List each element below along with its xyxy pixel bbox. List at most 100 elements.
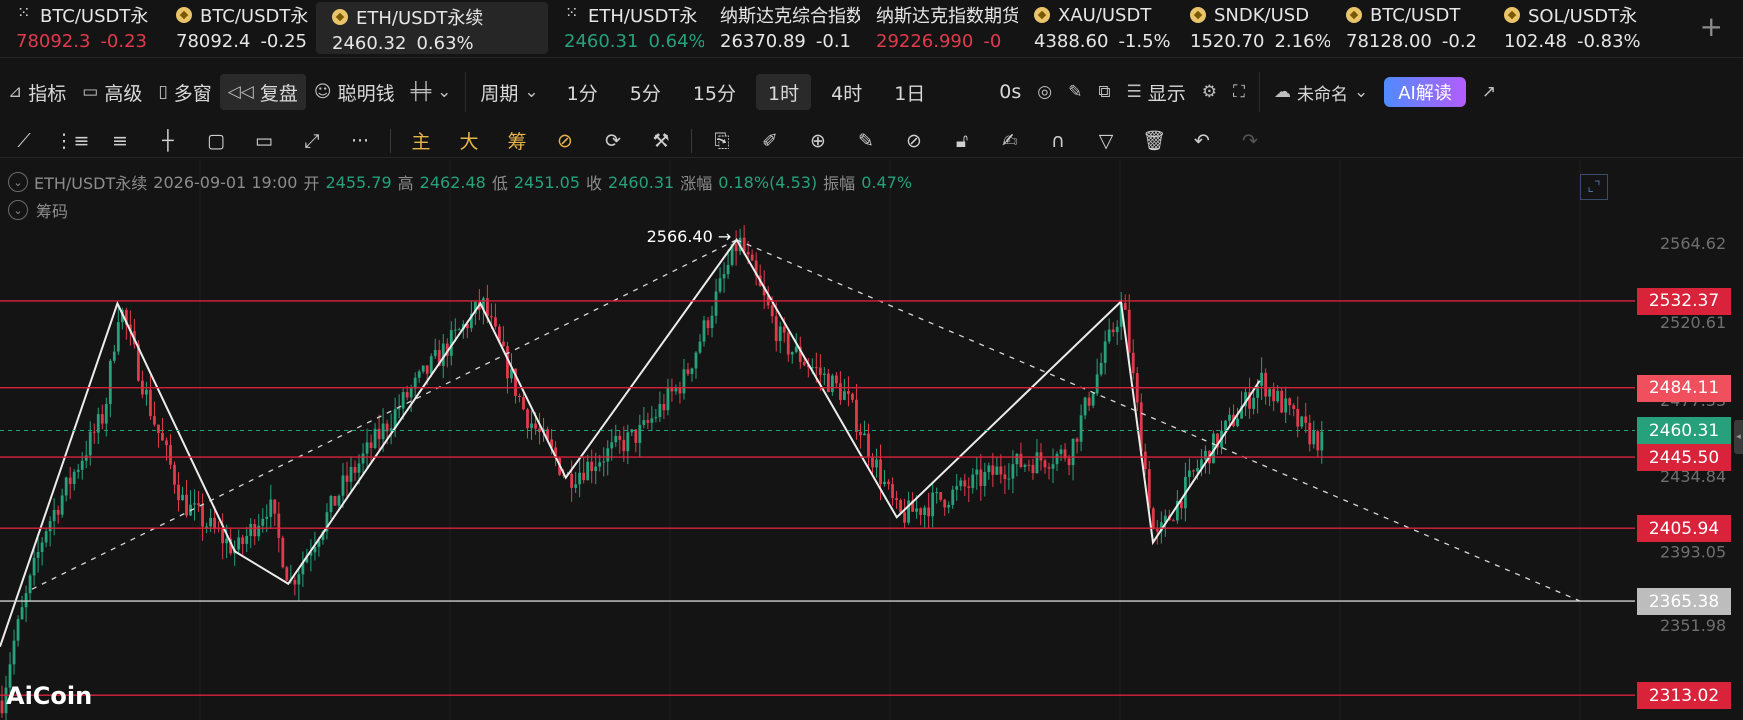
filter-tool[interactable]: ▽ (1082, 124, 1130, 158)
order-toggle[interactable]: ⊘ (541, 124, 589, 158)
eye-off-icon: ⊘ (906, 129, 922, 152)
candle-body (108, 360, 112, 405)
more-tools[interactable]: ··· (336, 124, 384, 158)
share-button[interactable]: ↗ (1474, 74, 1504, 110)
magic-tool[interactable]: ⚒ (637, 124, 685, 158)
lock-tool[interactable]: 🔓︎ (938, 124, 986, 158)
candle-body (413, 377, 417, 389)
advanced-button[interactable]: ▭ 高级 (74, 74, 150, 110)
magnet-tool[interactable]: ∩ (1034, 124, 1082, 158)
ticker-tab[interactable]: 纳斯达克指数期货 29226.990 -0 (860, 0, 1018, 58)
candle-body (92, 431, 96, 433)
price-level-tag[interactable]: 2405.94 (1637, 515, 1731, 543)
big-order-toggle[interactable]: 大 (445, 124, 493, 158)
zoom-tool[interactable]: ⊕ (794, 124, 842, 158)
candle-body (530, 423, 533, 429)
chart-type-dropdown[interactable]: ╪╪ ⌄ (403, 74, 460, 110)
collapse-chips-icon[interactable]: ⌄ (8, 200, 28, 220)
layout-dropdown[interactable]: ☁ 未命名 ⌄ (1266, 74, 1376, 110)
ai-interpret-button[interactable]: AI解读 (1376, 74, 1474, 110)
candle-body (209, 517, 213, 527)
collapse-legend-icon[interactable]: ⌄ (8, 172, 28, 192)
candle-body (84, 455, 88, 461)
price-chart[interactable]: 2564.622520.612477.332434.842393.052351.… (0, 160, 1743, 720)
main-chart-toggle[interactable]: 主 (397, 124, 445, 158)
ruler-tool[interactable]: ▭ (240, 124, 288, 158)
ticker-tab[interactable]: ETH/USDT永续 2460.32 0.63% (316, 2, 548, 54)
candle-body (421, 365, 425, 372)
add-tab-icon[interactable]: + (1700, 10, 1723, 43)
marker-icon: ✎ (858, 129, 874, 152)
highlight-tool[interactable]: ✎ (842, 124, 890, 158)
period-dropdown[interactable]: 周期 ⌄ (472, 74, 546, 110)
minimize-icon[interactable]: ⌞⌝ (1580, 174, 1608, 200)
interval-tab[interactable]: 4时 (819, 74, 874, 110)
sync-tool[interactable]: ⟳ (589, 124, 637, 158)
replay-button[interactable]: ◁◁ 复盘 (219, 74, 306, 110)
trend-line-tool[interactable]: ⟋ (0, 124, 48, 158)
grid-coin-icon (564, 3, 580, 23)
ticker-tab[interactable]: SNDK/USD 1520.70 2.16% (1174, 0, 1330, 58)
price-level-tag[interactable]: 2313.02 (1637, 682, 1731, 710)
price-level-tag[interactable]: 2532.37 (1637, 287, 1731, 315)
parallel-channel-tool[interactable]: ⋮≡ (48, 124, 96, 158)
arrow-tool[interactable]: ⤢ (288, 124, 336, 158)
new-window-button[interactable]: ⧉ (1090, 74, 1118, 110)
horizontal-line-tool[interactable]: ┼ (144, 124, 192, 158)
delete-tool[interactable]: 🗑︎ (1130, 124, 1178, 158)
ticker-tab[interactable]: BTC/USDT永 78092.4 -0.25 (160, 0, 316, 58)
cloud-icon: ☁ (1273, 82, 1291, 102)
candle-body (570, 473, 574, 488)
candle-body (145, 389, 148, 395)
ticker-tab[interactable]: 纳斯达克综合指数 26370.89 -0.1 (704, 0, 860, 58)
fullscreen-button[interactable]: ⛶ (1225, 74, 1253, 110)
gold-coin-icon (176, 7, 192, 23)
candle-body (959, 480, 963, 487)
redo-button[interactable]: ↷ (1226, 124, 1274, 158)
undo-button[interactable]: ↶ (1178, 124, 1226, 158)
smart-money-button[interactable]: ☺ 聪明钱 (306, 74, 403, 110)
candle-body (634, 429, 638, 443)
interval-tab[interactable]: 15分 (681, 74, 748, 110)
candle-body (100, 414, 104, 424)
interval-tab[interactable]: 1日 (882, 74, 937, 110)
interval-tab[interactable]: 1时 (756, 74, 812, 110)
settings-button[interactable]: ⚙ (1194, 74, 1225, 110)
ticker-name: ETH/USDT永 (564, 3, 697, 27)
chips-toggle[interactable]: 筹 (493, 124, 541, 158)
candle-body (1083, 397, 1087, 416)
draw-button[interactable]: ✎ (1060, 74, 1090, 110)
bookmark-tool[interactable]: ⎘ (698, 124, 746, 158)
price-level-tag[interactable]: 2484.11 (1637, 374, 1731, 402)
bookmark-icon: ⎘ (714, 129, 730, 152)
interval-tab[interactable]: 5分 (618, 74, 673, 110)
candle-body (1264, 372, 1268, 397)
rectangle-tool[interactable]: ▢ (192, 124, 240, 158)
edit-tool[interactable]: ✍ (986, 124, 1034, 158)
price-level-tag[interactable]: 2365.38 (1637, 588, 1731, 616)
ticker-tab[interactable]: BTC/USDT 78128.00 -0.2 (1330, 0, 1488, 58)
candle-body (72, 471, 76, 484)
candle-body (963, 480, 967, 487)
candle-body (919, 508, 923, 515)
measure-tool[interactable]: ✐ (746, 124, 794, 158)
candle-body (1292, 405, 1296, 409)
ticker-tab[interactable]: XAU/USDT 4388.60 -1.5% (1018, 0, 1174, 58)
candle-body (401, 392, 405, 409)
ticker-tab[interactable]: BTC/USDT永 78092.3 -0.23 (0, 0, 160, 58)
ticker-tab[interactable]: SOL/USDT永 102.48 -0.83% (1488, 0, 1644, 58)
ticker-tab[interactable]: ETH/USDT永 2460.31 0.64% (548, 0, 704, 58)
panel-handle-icon[interactable]: ◂ (1734, 420, 1743, 454)
indicators-button[interactable]: ⊿ 指标 (0, 74, 74, 110)
candle-body (433, 350, 437, 357)
hide-drawings-tool[interactable]: ⊘ (890, 124, 938, 158)
interval-tab[interactable]: 1分 (555, 74, 610, 110)
ticker-values: 2460.31 0.64% (564, 31, 704, 52)
multi-window-button[interactable]: ▯ 多窗 (150, 74, 219, 110)
candle-body (285, 567, 289, 581)
price-level-tag[interactable]: 2445.50 (1637, 444, 1731, 472)
horizontal-lines-tool[interactable]: ≡ (96, 124, 144, 158)
screenshot-button[interactable]: ◎ (1029, 74, 1060, 110)
display-button[interactable]: ☰ 显示 (1119, 74, 1194, 110)
price-level-tag[interactable]: 2460.31 (1637, 417, 1731, 445)
